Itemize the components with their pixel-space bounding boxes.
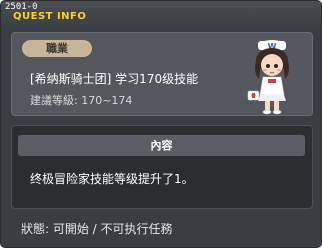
quest-info-panel: 職業 [希纳斯骑士团] 学习170级技能 建議等級: 170~174 W	[11, 32, 313, 116]
recommended-level: 建議等級: 170~174	[30, 94, 133, 107]
quest-status: 狀態: 可開始 / 不可执行任務	[21, 222, 173, 236]
quest-title: [希纳斯骑士团] 学习170级技能	[30, 72, 199, 86]
quest-info-window: 2501-0 QUEST INFO 職業 [希纳斯骑士团] 学习170级技能 建…	[0, 0, 322, 248]
category-badge: 職業	[22, 40, 92, 57]
content-text: 终极冒险家技能等级提升了1。	[30, 172, 194, 186]
window-header[interactable]: 2501-0 QUEST INFO	[1, 1, 321, 25]
npc-portrait: W	[247, 40, 289, 115]
content-panel: 內容 终极冒险家技能等级提升了1。	[11, 125, 313, 209]
window-title: QUEST INFO	[13, 11, 87, 22]
content-header: 內容	[18, 135, 305, 156]
